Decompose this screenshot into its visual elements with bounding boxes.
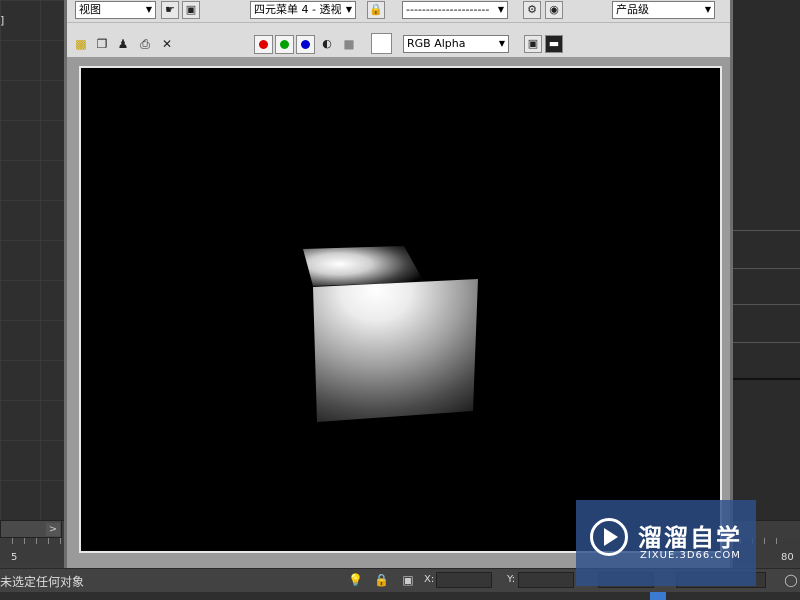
render-output-frame — [79, 66, 722, 553]
toggle-ui-icon[interactable]: ▬ — [545, 35, 563, 53]
render-quality-value: 产品级 — [616, 3, 649, 16]
selection-lock-icon[interactable]: 🔒 — [374, 573, 389, 587]
alpha-channel-icon[interactable]: ◐ — [319, 36, 335, 52]
ruler-tick — [12, 538, 13, 544]
lightbulb-icon[interactable]: 💡 — [348, 573, 363, 587]
save-image-icon[interactable]: ▩ — [73, 36, 89, 52]
auto-region-icon[interactable]: ▣ — [182, 1, 200, 19]
ruler-tick — [776, 538, 777, 544]
render-frame-window: 视图 ▼ ☛ ▣ 四元菜单 4 - 透视 ▼ 🔒 ---------------… — [64, 0, 733, 568]
toolbar-divider — [67, 22, 730, 31]
absolute-mode-icon[interactable]: ▣ — [401, 573, 415, 587]
y-coordinate-label: Y: — [507, 574, 516, 585]
green-channel-button[interactable] — [275, 35, 294, 54]
time-slider-next-button[interactable]: > — [46, 523, 60, 536]
bottom-strip — [0, 592, 800, 600]
viewport-value: 四元菜单 4 - 透视 — [254, 3, 342, 16]
key-mode-icon[interactable]: ◯ — [784, 573, 798, 587]
clear-image-icon[interactable]: ✕ — [159, 36, 175, 52]
green-channel-icon — [280, 40, 289, 49]
grid-line — [733, 342, 800, 343]
environment-effects-icon[interactable]: ◉ — [545, 1, 563, 19]
blue-channel-icon — [301, 40, 310, 49]
clone-frame-icon[interactable]: ♟ — [115, 36, 131, 52]
ruler-number: 80 — [781, 552, 794, 563]
chevron-down-icon: ▼ — [343, 2, 355, 18]
lock-viewport-icon[interactable]: 🔒 — [367, 1, 385, 19]
area-to-render-dropdown[interactable]: 视图 ▼ — [75, 1, 156, 19]
watermark-title: 溜溜自学 — [638, 524, 742, 552]
ruler-number: 5 — [11, 552, 18, 563]
ruler-tick — [48, 538, 49, 544]
red-channel-button[interactable] — [254, 35, 273, 54]
chevron-down-icon: ▼ — [702, 2, 714, 18]
auto-key-indicator[interactable] — [650, 592, 666, 600]
y-coordinate-field[interactable] — [518, 572, 574, 588]
play-logo-icon — [590, 518, 628, 556]
chevron-down-icon: ▼ — [143, 2, 155, 18]
status-message: 未选定任何对象 — [0, 575, 85, 589]
render-setup-icon[interactable]: ⚙ — [523, 1, 541, 19]
watermark: 溜溜自学 ZIXUE.3D66.COM — [576, 500, 756, 586]
viewport-corner-label: ] — [0, 14, 5, 27]
toggle-ui-overlay-icon[interactable]: ▣ — [524, 35, 542, 53]
grid-axis-line — [733, 378, 800, 380]
grid-line — [733, 268, 800, 269]
print-image-icon[interactable]: ⎙ — [137, 36, 153, 52]
edit-region-icon[interactable]: ☛ — [161, 1, 179, 19]
display-channel-value: RGB Alpha — [407, 37, 466, 50]
chevron-down-icon: ▼ — [496, 36, 508, 52]
render-toolbar-channels: ▩ ❐ ♟ ⎙ ✕ — [67, 31, 730, 57]
ruler-tick — [36, 538, 37, 544]
render-quality-dropdown[interactable]: 产品级 ▼ — [612, 1, 715, 19]
rendered-image — [303, 246, 478, 422]
viewport-dropdown[interactable]: 四元菜单 4 - 透视 ▼ — [250, 1, 356, 19]
background-viewport-right[interactable] — [733, 0, 800, 520]
folded-flap-shape — [303, 246, 424, 286]
x-coordinate-label: X: — [424, 574, 435, 585]
watermark-url: ZIXUE.3D66.COM — [640, 550, 741, 561]
x-coordinate-field[interactable] — [436, 572, 492, 588]
render-preset-value: --------------------- — [406, 3, 490, 16]
chevron-down-icon: ▼ — [495, 2, 507, 18]
ruler-tick — [764, 538, 765, 544]
monochrome-icon[interactable]: ■ — [341, 36, 357, 52]
render-preset-dropdown[interactable]: --------------------- ▼ — [402, 1, 508, 19]
render-toolbar-top: 视图 ▼ ☛ ▣ 四元菜单 4 - 透视 ▼ 🔒 ---------------… — [67, 0, 730, 22]
copy-image-icon[interactable]: ❐ — [94, 36, 110, 52]
red-channel-icon — [259, 40, 268, 49]
display-channel-dropdown[interactable]: RGB Alpha ▼ — [403, 35, 509, 53]
grid-line — [733, 304, 800, 305]
lit-panel-shape — [313, 279, 478, 422]
ruler-tick — [60, 538, 61, 544]
ruler-tick — [24, 538, 25, 544]
area-to-render-value: 视图 — [79, 3, 101, 16]
color-swatch[interactable] — [371, 33, 392, 54]
blue-channel-button[interactable] — [296, 35, 315, 54]
grid-line — [733, 230, 800, 231]
